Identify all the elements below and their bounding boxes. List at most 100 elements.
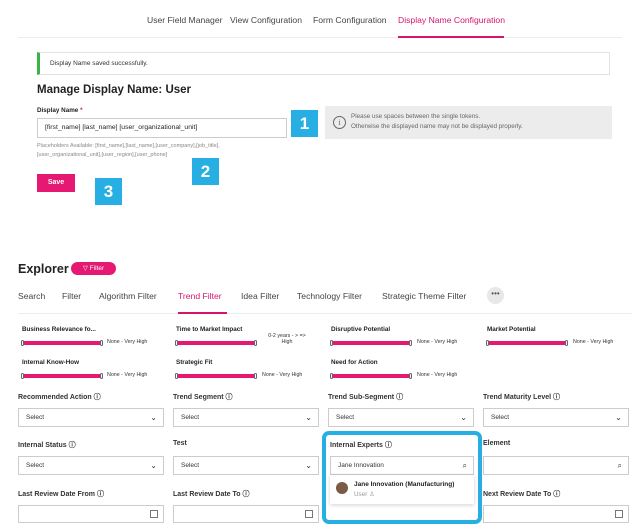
more-tabs-button[interactable]: ••• [487, 287, 504, 304]
tab-trend-filter[interactable]: Trend Filter [178, 291, 222, 301]
slider-handle[interactable] [486, 340, 489, 346]
select-internal-status[interactable]: Select ⌄ [18, 456, 164, 475]
label-test: Test [173, 440, 187, 447]
label-text: Recommended Action [18, 394, 92, 401]
calendar-icon [150, 510, 158, 518]
slider-handle[interactable] [330, 340, 333, 346]
slider-handle[interactable] [100, 373, 103, 379]
select-value: Select [491, 414, 510, 421]
date-next-review-to[interactable] [483, 505, 629, 523]
search-icon: ⌕ [617, 461, 622, 470]
slider-value: None - Very High [107, 339, 148, 345]
label-text: Trend Maturity Level [483, 394, 552, 401]
slider-handle[interactable] [330, 373, 333, 379]
filter-toggle-button[interactable]: ▽ Filter [71, 262, 116, 275]
tab-display-name-configuration[interactable]: Display Name Configuration [398, 15, 505, 25]
tab-technology-filter[interactable]: Technology Filter [297, 291, 362, 301]
label-text: Last Review Date From [18, 491, 96, 498]
page-title: Manage Display Name: User [37, 84, 192, 96]
label-trend-maturity-level: Trend Maturity Level ⓘ [483, 392, 560, 402]
slider-handle[interactable] [21, 373, 24, 379]
date-last-review-to[interactable] [173, 505, 319, 523]
calendar-icon [615, 510, 623, 518]
tab-search[interactable]: Search [18, 291, 45, 301]
label-trend-sub-segment: Trend Sub-Segment ⓘ [328, 392, 403, 402]
search-icon: ⌕ [462, 461, 467, 470]
slider-disruptive-potential[interactable] [331, 341, 412, 345]
help-icon: ⓘ [553, 394, 561, 401]
label-element: Element [483, 440, 511, 447]
slider-label-disruptive-potential: Disruptive Potential [331, 326, 391, 333]
select-trend-maturity-level[interactable]: Select ⌄ [483, 408, 629, 427]
slider-value: None - Very High [417, 372, 458, 378]
slider-handle[interactable] [100, 340, 103, 346]
required-mark: * [80, 107, 83, 114]
info-panel: Please use spaces between the single tok… [325, 106, 612, 139]
select-recommended-action[interactable]: Select ⌄ [18, 408, 164, 427]
tab-view-configuration[interactable]: View Configuration [230, 15, 302, 25]
display-name-input[interactable]: [first_name] [last_name] [user_organizat… [37, 118, 287, 138]
slider-business-relevance[interactable] [22, 341, 103, 345]
callout-badge-1: 1 [291, 110, 318, 137]
internal-experts-input[interactable]: Jane Innovation ⌕ [330, 456, 474, 475]
slider-market-potential[interactable] [487, 341, 568, 345]
slider-value: None - Very High [417, 339, 458, 345]
slider-handle[interactable] [21, 340, 24, 346]
chevron-down-icon: ⌄ [150, 461, 157, 470]
slider-time-to-market[interactable] [176, 341, 257, 345]
tab-algorithm-filter[interactable]: Algorithm Filter [99, 291, 157, 301]
filter-pill-label: Filter [89, 265, 105, 272]
help-icon: ⓘ [553, 491, 561, 498]
suggestion-name[interactable]: Jane Innovation (Manufacturing) [354, 481, 454, 488]
help-icon: ⓘ [68, 442, 76, 449]
label-recommended-action: Recommended Action ⓘ [18, 392, 101, 402]
tabs-divider [18, 37, 622, 38]
slider-internal-know-how[interactable] [22, 374, 103, 378]
slider-value: 0-2 years - > => High [262, 333, 312, 345]
save-button[interactable]: Save [37, 174, 75, 192]
select-test[interactable]: Select ⌄ [173, 456, 319, 475]
slider-need-for-action[interactable] [331, 374, 412, 378]
label-text: Internal Status [18, 442, 67, 449]
slider-handle[interactable] [254, 373, 257, 379]
slider-strategic-fit[interactable] [176, 374, 257, 378]
slider-value-line-2: High [281, 339, 293, 345]
slider-handle[interactable] [175, 340, 178, 346]
slider-handle[interactable] [409, 340, 412, 346]
help-icon: ⓘ [242, 491, 250, 498]
user-icon: ♙ [369, 491, 375, 498]
placeholders-help: Placeholders Available: [first_name],[la… [37, 142, 287, 159]
slider-handle[interactable] [254, 340, 257, 346]
role-text: User [354, 491, 368, 498]
label-next-review-to: Next Review Date To ⓘ [483, 489, 560, 499]
select-value: Select [181, 462, 200, 469]
date-last-review-from[interactable] [18, 505, 164, 523]
info-line-2: Otherwise the displayed name may not be … [351, 123, 523, 130]
tab-filter[interactable]: Filter [62, 291, 81, 301]
info-line-1: Please use spaces between the single tok… [351, 113, 481, 120]
label-text: Last Review Date To [173, 491, 241, 498]
element-search-input[interactable]: ⌕ [483, 456, 629, 475]
select-trend-segment[interactable]: Select ⌄ [173, 408, 319, 427]
placeholders-line-1: Placeholders Available: [first_name],[la… [37, 143, 220, 149]
label-text: Trend Segment [173, 394, 224, 401]
slider-label-time-to-market: Time to Market Impact [176, 326, 243, 333]
tab-user-field-manager[interactable]: User Field Manager [147, 15, 222, 25]
select-trend-sub-segment[interactable]: Select ⌄ [328, 408, 474, 427]
expert-suggestion-dropdown [330, 475, 474, 504]
tab-idea-filter[interactable]: Idea Filter [241, 291, 279, 301]
slider-value: None - Very High [573, 339, 614, 345]
select-value: Select [336, 414, 355, 421]
slider-handle[interactable] [565, 340, 568, 346]
tab-form-configuration[interactable]: Form Configuration [313, 15, 387, 25]
slider-label-need-for-action: Need for Action [331, 359, 378, 366]
slider-value: None - Very High [107, 372, 148, 378]
label-text: Trend Sub-Segment [328, 394, 395, 401]
avatar [336, 482, 348, 494]
slider-handle[interactable] [175, 373, 178, 379]
callout-badge-2: 2 [192, 158, 219, 185]
slider-handle[interactable] [409, 373, 412, 379]
help-icon: ⓘ [384, 442, 392, 449]
select-value: Select [26, 462, 45, 469]
tab-strategic-theme-filter[interactable]: Strategic Theme Filter [382, 291, 466, 301]
